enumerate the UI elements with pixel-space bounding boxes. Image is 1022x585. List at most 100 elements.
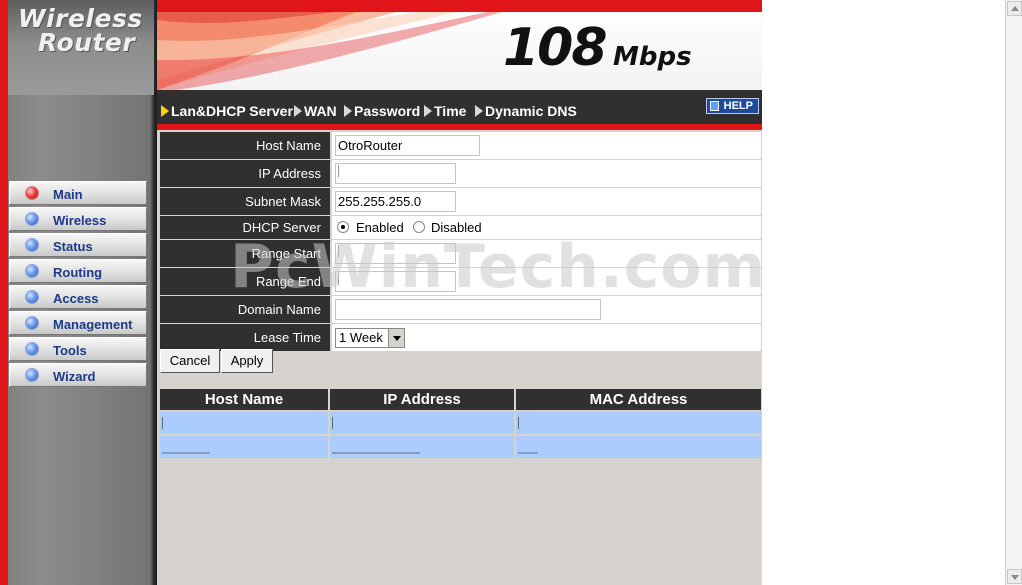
lease-time-label: Lease Time (160, 324, 330, 351)
sidebar-item-label: Access (53, 291, 99, 306)
redacted-mark (338, 165, 339, 177)
tab-password[interactable]: Password (344, 103, 420, 119)
bullet-icon (26, 317, 38, 329)
scroll-up-icon[interactable] (1007, 1, 1022, 16)
table-header: Host Name IP Address MAC Address (160, 389, 761, 410)
cell-mac-address (516, 412, 761, 434)
column-header-ip-address: IP Address (330, 389, 516, 410)
sidebar-item-management[interactable]: Management (9, 311, 147, 335)
triangle-right-icon (475, 105, 483, 117)
left-red-stripe (0, 0, 8, 585)
dhcp-clients-table: Host Name IP Address MAC Address (160, 389, 761, 458)
host-name-cell: OtroRouter (332, 132, 761, 159)
sidebar-item-label: Wizard (53, 369, 96, 384)
row-subnet-mask: Subnet Mask 255.255.255.0 (160, 188, 761, 216)
speed-logo-unit: Mbps (613, 42, 692, 72)
redacted-mark (518, 417, 519, 429)
logo-line-2: Router (38, 28, 136, 57)
logo: Wireless Router (8, 0, 154, 95)
apply-button[interactable]: Apply (221, 349, 273, 373)
sidebar-item-status[interactable]: Status (9, 233, 147, 257)
cancel-button[interactable]: Cancel (160, 349, 220, 373)
row-range-end: Range End (160, 268, 761, 296)
ip-address-label: IP Address (160, 160, 330, 187)
tab-wan[interactable]: WAN (294, 103, 337, 119)
range-start-input[interactable] (335, 243, 456, 264)
tab-dynamic-dns[interactable]: Dynamic DNS (475, 103, 577, 119)
redacted-mark (162, 452, 210, 454)
sidebar-item-wizard[interactable]: Wizard (9, 363, 147, 387)
lease-time-cell: 1 Week (332, 324, 761, 351)
domain-name-input[interactable] (335, 299, 601, 320)
tab-label: Lan&DHCP Server (171, 103, 293, 119)
triangle-right-icon (294, 105, 302, 117)
help-label: HELP (723, 100, 753, 112)
sidebar-item-label: Status (53, 239, 93, 254)
dhcp-enabled-radio[interactable] (337, 221, 349, 233)
tab-time[interactable]: Time (424, 103, 466, 119)
range-end-input[interactable] (335, 271, 456, 292)
bullet-icon (26, 369, 38, 381)
subnet-mask-label: Subnet Mask (160, 188, 330, 215)
range-start-cell (332, 240, 761, 267)
cell-host-name (160, 436, 330, 458)
cell-host-name (160, 412, 330, 434)
tab-label: Dynamic DNS (485, 103, 577, 119)
redacted-mark (162, 417, 163, 429)
left-frame: Wireless Router Main Wireless Status Rou… (0, 0, 157, 585)
triangle-right-icon (424, 105, 432, 117)
redacted-mark (332, 452, 420, 454)
host-name-input[interactable]: OtroRouter (335, 135, 480, 156)
row-dhcp-server: DHCP Server Enabled Disabled (160, 216, 761, 240)
tab-label: Password (354, 103, 421, 119)
top-tab-bar: Lan&DHCP Server WAN Password Time Dynami… (157, 90, 762, 130)
lease-time-select[interactable]: 1 Week (335, 328, 405, 348)
help-icon (710, 101, 719, 111)
cell-ip-address (330, 412, 516, 434)
chevron-down-icon[interactable] (388, 329, 404, 347)
tab-label: Time (434, 103, 467, 119)
redacted-mark (338, 273, 339, 285)
bullet-icon (26, 265, 38, 277)
subnet-mask-input[interactable]: 255.255.255.0 (335, 191, 456, 212)
sidebar-item-label: Main (53, 187, 83, 202)
sidebar-item-wireless[interactable]: Wireless (9, 207, 147, 231)
help-button[interactable]: HELP (706, 98, 759, 114)
sidebar-item-tools[interactable]: Tools (9, 337, 147, 361)
sidebar-item-access[interactable]: Access (9, 285, 147, 309)
domain-name-cell (332, 296, 761, 323)
range-start-label: Range Start (160, 240, 330, 267)
row-host-name: Host Name OtroRouter (160, 132, 761, 160)
dhcp-disabled-radio[interactable] (413, 221, 425, 233)
cell-ip-address (330, 436, 516, 458)
column-header-mac-address: MAC Address (589, 391, 688, 408)
ip-address-input[interactable] (335, 163, 456, 184)
domain-name-label: Domain Name (160, 296, 330, 323)
row-domain-name: Domain Name (160, 296, 761, 324)
ip-address-cell (332, 160, 761, 187)
bullet-icon (26, 291, 38, 303)
row-range-start: Range Start (160, 240, 761, 268)
vertical-scrollbar[interactable] (1005, 0, 1022, 585)
cell-mac-address (516, 436, 761, 458)
scroll-down-icon[interactable] (1007, 569, 1022, 584)
sidebar-item-label: Wireless (53, 213, 107, 228)
header-banner: 108 Mbps (157, 0, 762, 90)
redacted-mark (518, 452, 538, 454)
lease-time-value: 1 Week (339, 330, 383, 345)
column-header-host-name: Host Name (160, 389, 330, 410)
sidebar-item-routing[interactable]: Routing (9, 259, 147, 283)
tab-lan-dhcp-server[interactable]: Lan&DHCP Server (161, 103, 293, 119)
subnet-mask-cell: 255.255.255.0 (332, 188, 761, 215)
bullet-icon (26, 239, 38, 251)
sidebar-item-label: Routing (53, 265, 103, 280)
dhcp-server-cell: Enabled Disabled (332, 216, 761, 239)
dhcp-server-label: DHCP Server (160, 216, 330, 239)
bullet-icon (26, 187, 38, 199)
bullet-icon (26, 343, 38, 355)
sidebar-item-main[interactable]: Main (9, 181, 147, 205)
range-end-label: Range End (160, 268, 330, 295)
dhcp-enabled-label: Enabled (356, 220, 404, 235)
table-row (160, 436, 761, 458)
triangle-right-icon (161, 105, 169, 117)
